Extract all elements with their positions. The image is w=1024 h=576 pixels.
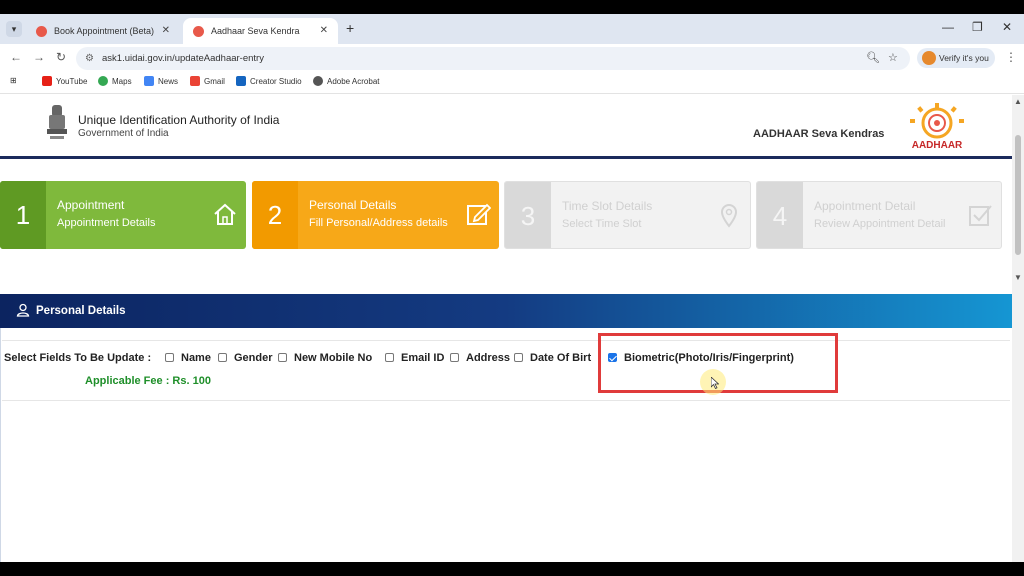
aadhaar-favicon [36,25,47,37]
url-text: ask1.uidai.gov.in/updateAadhaar-entry [102,53,264,64]
gender-label: Gender [234,352,273,364]
location-pin-icon [720,204,738,228]
youtube-icon [42,76,52,86]
browser-window: ▾ Book Appointment (Beta) ✕ Aadhaar Seva… [0,14,1024,562]
step-title: Personal Details [309,198,397,212]
profile-label: Verify it's you [939,53,989,63]
dob-checkbox[interactable] [514,353,523,362]
reload-icon[interactable]: ↻ [56,50,66,64]
applicable-fee: Applicable Fee : Rs. 100 [85,375,211,387]
svg-text:AADHAAR: AADHAAR [912,140,963,151]
tab-search-button[interactable]: ▾ [6,21,22,37]
national-emblem-icon [47,105,67,139]
page-content: Unique Identification Authority of India… [0,95,1012,562]
step-time-slot: 3 Time Slot Details Select Time Slot [504,181,751,249]
more-menu-icon[interactable]: ⋮ [1005,50,1017,64]
name-label: Name [181,352,211,364]
window-close-icon[interactable]: ✕ [1002,20,1012,34]
tab-title: Aadhaar Seva Kendra [211,26,300,36]
site-header: Unique Identification Authority of India… [0,95,1012,155]
user-icon [16,303,30,317]
tab-strip: ▾ Book Appointment (Beta) ✕ Aadhaar Seva… [0,14,1024,44]
close-tab-icon[interactable]: ✕ [162,25,170,36]
step-title: Time Slot Details [562,199,653,213]
step-appointment[interactable]: 1 Appointment Appointment Details [0,181,246,249]
step-title: Appointment Detail [814,199,916,213]
close-tab-icon[interactable]: ✕ [320,25,328,36]
seva-kendras-title: AADHAAR Seva Kendras [753,128,885,140]
step-number: 3 [505,182,551,248]
browser-toolbar: ← → ↻ ⚙ ask1.uidai.gov.in/updateAadhaar-… [0,44,1024,72]
back-icon[interactable]: ← [10,50,22,64]
apps-grid-icon[interactable]: ⊞ [10,76,17,85]
panel-title: Personal Details [36,305,126,317]
step-subtitle: Review Appointment Detail [814,218,946,230]
restore-icon[interactable]: ❐ [972,20,983,34]
step-subtitle: Fill Personal/Address details [309,217,448,229]
page-scrollbar[interactable]: ▲ ▼ [1012,95,1024,562]
bookmark-creator-studio[interactable]: Creator Studio [236,76,302,86]
dob-label: Date Of Birt [530,352,592,364]
step-number: 1 [0,181,46,249]
email-label: Email ID [401,352,445,364]
mobile-checkbox[interactable] [278,353,287,362]
step-appointment-detail: 4 Appointment Detail Review Appointment … [756,181,1002,249]
mobile-label: New Mobile No [294,352,373,364]
forward-icon[interactable]: → [33,50,45,64]
org-subtitle: Government of India [78,128,169,139]
bookmarks-bar: ⊞ YouTube Maps News Gmail Creator Studio… [0,72,1024,94]
update-fields-row: Select Fields To Be Update : Name Gender… [4,352,1004,368]
home-icon [214,203,236,225]
bookmark-news[interactable]: News [144,76,178,86]
divider [2,400,1010,401]
scroll-down-icon[interactable]: ▼ [1014,273,1022,282]
scroll-thumb[interactable] [1015,135,1021,255]
aadhaar-logo: AADHAAR [910,103,964,151]
bookmark-youtube[interactable]: YouTube [42,76,87,86]
bookmark-adobe-acrobat[interactable]: Adobe Acrobat [313,76,379,86]
address-label: Address [466,352,511,364]
step-title: Appointment [57,198,125,212]
minimize-icon[interactable]: — [942,20,954,34]
aadhaar-favicon [193,25,204,37]
checkbox-icon [969,205,992,226]
email-checkbox[interactable] [385,353,394,362]
news-icon [144,76,154,86]
address-checkbox[interactable] [450,353,459,362]
tab-book-appointment[interactable]: Book Appointment (Beta) ✕ [26,18,180,44]
edit-icon [467,203,491,225]
globe-icon [313,76,323,86]
header-divider [0,156,1012,159]
gender-checkbox[interactable] [218,353,227,362]
new-tab-icon[interactable]: + [346,20,354,36]
avatar [922,51,936,65]
bookmark-star-icon[interactable]: ☆ [888,51,898,64]
gmail-icon [190,76,200,86]
site-info-icon[interactable]: ⚙ [85,47,94,70]
maps-icon [98,76,108,86]
step-number: 4 [757,182,803,248]
bookmark-gmail[interactable]: Gmail [190,76,225,86]
step-subtitle: Select Time Slot [562,218,642,230]
scroll-up-icon[interactable]: ▲ [1014,97,1022,106]
step-personal-details[interactable]: 2 Personal Details Fill Personal/Address… [252,181,499,249]
creator-studio-icon [236,76,246,86]
mouse-cursor [700,369,726,395]
step-subtitle: Appointment Details [57,217,156,229]
address-bar[interactable]: ⚙ ask1.uidai.gov.in/updateAadhaar-entry [76,47,910,70]
bookmark-maps[interactable]: Maps [98,76,132,86]
step-number: 2 [252,181,298,249]
tab-title: Book Appointment (Beta) [54,26,155,36]
zoom-icon[interactable]: 🔍︎ [866,51,880,64]
name-checkbox[interactable] [165,353,174,362]
cursor-arrow-icon [711,377,719,389]
select-fields-label: Select Fields To Be Update : [4,352,152,364]
personal-details-header: Personal Details [0,294,1012,328]
profile-button[interactable]: Verify it's you [917,48,995,68]
tab-aadhaar-seva-kendra[interactable]: Aadhaar Seva Kendra ✕ [183,18,338,44]
divider [2,340,1010,341]
org-name: Unique Identification Authority of India [78,113,280,127]
